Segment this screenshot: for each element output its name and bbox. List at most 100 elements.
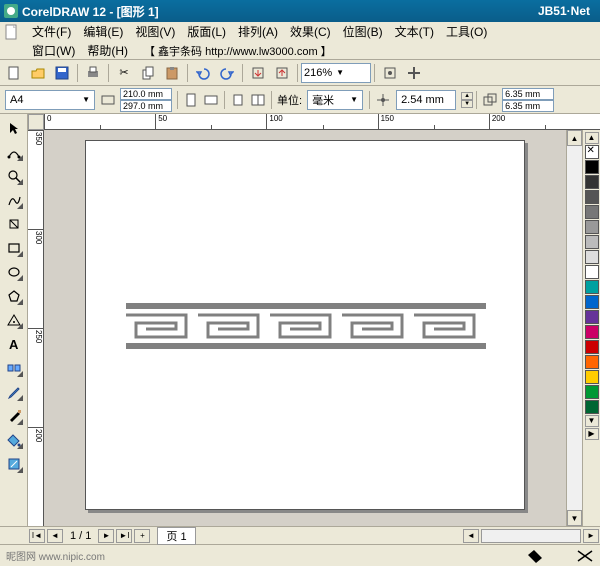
color-swatch[interactable] [585, 250, 599, 264]
color-swatch[interactable] [585, 385, 599, 399]
menu-layout[interactable]: 版面(L) [181, 22, 232, 41]
last-page-button[interactable]: ►I [116, 529, 132, 543]
interactive-fill-tool[interactable] [3, 453, 25, 475]
page-width-input[interactable] [120, 88, 172, 100]
text-tool[interactable]: A [3, 333, 25, 355]
color-swatch[interactable] [585, 325, 599, 339]
smart-draw-tool[interactable] [3, 213, 25, 235]
horizontal-ruler[interactable]: 0 50 100 150 200 [44, 114, 600, 130]
color-swatch[interactable] [585, 205, 599, 219]
fill-indicator-icon[interactable] [528, 549, 546, 563]
blend-tool[interactable] [3, 357, 25, 379]
freehand-tool[interactable] [3, 189, 25, 211]
shape-tool[interactable] [3, 141, 25, 163]
next-page-button[interactable]: ► [98, 529, 114, 543]
menu-bar: 文件(F) 编辑(E) 视图(V) 版面(L) 排列(A) 效果(C) 位图(B… [0, 22, 600, 60]
options-button[interactable] [403, 62, 425, 84]
color-swatch[interactable] [585, 355, 599, 369]
paper-size-combo[interactable]: A4 ▼ [5, 90, 95, 110]
color-swatch[interactable] [585, 235, 599, 249]
snap-button[interactable] [379, 62, 401, 84]
menu-window[interactable]: 窗口(W) [26, 41, 81, 60]
menu-file[interactable]: 文件(F) [26, 22, 77, 41]
prev-page-button[interactable]: ◄ [47, 529, 63, 543]
zoom-combo[interactable]: 216% ▼ [301, 63, 371, 83]
undo-button[interactable] [192, 62, 214, 84]
rectangle-tool[interactable] [3, 237, 25, 259]
color-swatch[interactable] [585, 265, 599, 279]
ruler-tick: 100 [266, 114, 377, 129]
menu-arrange[interactable]: 排列(A) [232, 22, 284, 41]
no-outline-indicator-icon[interactable] [576, 549, 594, 563]
landscape-button[interactable] [201, 90, 221, 110]
scroll-down-icon[interactable]: ▼ [567, 510, 582, 526]
page-navigator: I◄ ◄ 1 / 1 ► ►I + 页 1 ◄ ► [0, 526, 600, 544]
page-height-input[interactable] [120, 100, 172, 112]
page-tab[interactable]: 页 1 [157, 527, 195, 545]
ruler-origin[interactable] [28, 114, 44, 130]
ellipse-tool[interactable] [3, 261, 25, 283]
save-button[interactable] [51, 62, 73, 84]
drawing-viewport[interactable] [44, 130, 566, 526]
paste-button[interactable] [161, 62, 183, 84]
new-button[interactable] [3, 62, 25, 84]
color-swatch[interactable] [585, 160, 599, 174]
menu-help[interactable]: 帮助(H) [81, 41, 134, 60]
page-surface[interactable] [85, 140, 525, 510]
chevron-down-icon: ▼ [82, 95, 90, 104]
color-swatch[interactable] [585, 295, 599, 309]
color-swatch[interactable] [585, 310, 599, 324]
basic-shapes-tool[interactable] [3, 309, 25, 331]
no-color-swatch[interactable] [585, 145, 599, 159]
add-page-button[interactable]: + [134, 529, 150, 543]
color-swatch[interactable] [585, 220, 599, 234]
import-button[interactable] [247, 62, 269, 84]
menu-edit[interactable]: 编辑(E) [77, 22, 129, 41]
palette-flyout-icon[interactable]: ▶ [585, 428, 599, 440]
palette-down-icon[interactable]: ▼ [585, 415, 599, 427]
scroll-left-icon[interactable]: ◄ [463, 529, 479, 543]
color-swatch[interactable] [585, 340, 599, 354]
dup-x-input[interactable] [502, 88, 554, 100]
menu-effects[interactable]: 效果(C) [284, 22, 337, 41]
polygon-tool[interactable] [3, 285, 25, 307]
palette-up-icon[interactable]: ▲ [585, 132, 599, 144]
menu-bitmaps[interactable]: 位图(B) [337, 22, 389, 41]
dup-y-input[interactable] [502, 100, 554, 112]
print-button[interactable] [82, 62, 104, 84]
color-swatch[interactable] [585, 400, 599, 414]
nudge-input[interactable]: 2.54 mm [396, 90, 456, 110]
first-page-button[interactable]: I◄ [29, 529, 45, 543]
menu-tools[interactable]: 工具(O) [440, 22, 493, 41]
outline-tool[interactable] [3, 405, 25, 427]
color-swatch[interactable] [585, 175, 599, 189]
portrait-button[interactable] [181, 90, 201, 110]
menu-text[interactable]: 文本(T) [389, 22, 440, 41]
cut-button[interactable]: ✂ [113, 62, 135, 84]
title-bar: CorelDRAW 12 - [图形 1] JB51·Net [0, 0, 600, 22]
horizontal-scrollbar[interactable]: ◄ ► [196, 529, 600, 543]
color-swatch[interactable] [585, 370, 599, 384]
export-button[interactable] [271, 62, 293, 84]
pages-button-2[interactable] [248, 90, 268, 110]
menu-view[interactable]: 视图(V) [129, 22, 181, 41]
pick-tool[interactable] [3, 117, 25, 139]
ruler-tick: 200 [28, 427, 43, 526]
open-button[interactable] [27, 62, 49, 84]
eyedropper-tool[interactable] [3, 381, 25, 403]
copy-button[interactable] [137, 62, 159, 84]
vertical-scrollbar[interactable]: ▲ ▼ [566, 130, 582, 526]
scroll-up-icon[interactable]: ▲ [567, 130, 582, 146]
zoom-tool[interactable] [3, 165, 25, 187]
color-swatch[interactable] [585, 280, 599, 294]
color-palette: ▲ [582, 130, 600, 526]
units-combo[interactable]: 毫米 ▼ [307, 90, 363, 110]
fill-tool[interactable] [3, 429, 25, 451]
redo-button[interactable] [216, 62, 238, 84]
scroll-right-icon[interactable]: ► [583, 529, 599, 543]
pages-button-1[interactable] [228, 90, 248, 110]
color-swatch[interactable] [585, 190, 599, 204]
nudge-spinner[interactable]: ▲▼ [461, 92, 473, 108]
vertical-ruler[interactable]: 350 300 250 200 [28, 130, 44, 526]
width-height-icon [99, 91, 117, 109]
